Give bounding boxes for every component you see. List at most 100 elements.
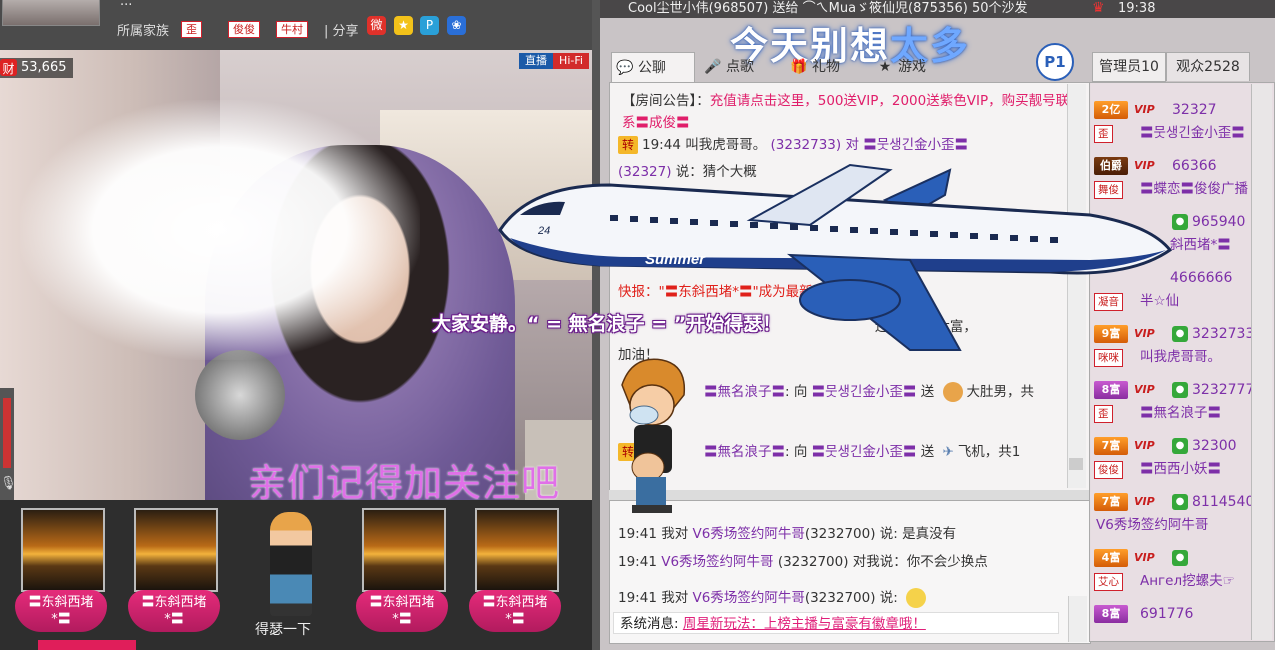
cartoon-legs [636,477,666,509]
audience-row[interactable]: 7富 VIP ● 32300 俊俊 〓西西小妖〓 [1094,437,1270,493]
audience-row[interactable]: 8富 VIP ● 3232777 歪 〓無名浪子〓 [1094,381,1270,437]
repost-badge: 转 [618,136,638,154]
gift-user-tag[interactable]: 〓东斜西堵 *〓 [356,590,448,632]
chat-user-name[interactable]: 〓無名浪子〓 [704,444,785,460]
chat-message: 转 19:44 叫我虎哥哥。 (3232733) 对 〓뭇생긴金小歪〓 [618,133,968,154]
weibo-icon[interactable]: 微 [367,16,386,35]
chat-user-name[interactable]: 〓뭇생긴金小歪〓 [812,384,917,400]
gift-user-tag[interactable]: 〓东斜西堵 *〓 [128,590,220,632]
level-badge: 2亿 [1094,101,1128,119]
gift-sunset-image[interactable] [362,508,446,592]
pm-text: 19:41 我对 [618,526,693,542]
audience-row[interactable]: 2亿 VIP 32327 歪 〓뭇생긴金小歪〓 [1094,101,1270,157]
chat-text: 对 〓뭇생긴金小歪〓 [841,137,969,153]
user-name: Ангел挖螺夫☞ [1140,573,1235,589]
gift-sunset-image[interactable] [134,508,218,592]
pm-user[interactable]: V6秀场签约阿牛哥 [661,554,773,570]
user-id: 691776 [1140,606,1194,622]
gift-sunset-image[interactable] [21,508,105,592]
user-name: 〓뭇생긴金小歪〓 [1140,125,1245,141]
game-icon: ★ [878,59,892,75]
pm-user[interactable]: V6秀场签约阿牛哥 [693,526,805,542]
cartoon-figure[interactable] [270,512,312,616]
tab-games[interactable]: ★ 游戏 [872,52,952,82]
chat-user-name[interactable]: 〓뭇생긴金小歪〓 [812,444,917,460]
audience-row[interactable]: 4富 VIP ● 艾心 Ангел挖螺夫☞ [1094,549,1270,605]
family-badge[interactable]: 俊俊 [228,21,260,38]
audience-row[interactable]: 7富 VIP ● 8114540 V6秀场签约阿牛哥 [1094,493,1270,549]
green-status-icon: ● [1172,550,1188,566]
airplane-engine [799,279,901,321]
level-badge: 7富 [1094,437,1128,455]
family-badge: 歪 [1094,405,1113,423]
user-id: 8114540 [1192,494,1255,510]
user-name: 〓無名浪子〓 [1140,405,1221,421]
pm-user[interactable]: V6秀场签约阿牛哥 [693,590,805,606]
hifi-badge[interactable]: Hi-Fi [553,53,589,69]
vip-badge: VIP [1134,439,1155,452]
announcement-label: 【房间公告】： [622,93,710,109]
chat-user-id[interactable]: (3232733) [771,137,842,153]
microphone-icon[interactable]: 🎙 [0,476,17,494]
private-chat-scrollbar[interactable] [1068,596,1087,642]
user-id: 3232733 [1192,326,1255,342]
anchor-avatar[interactable] [2,0,100,26]
volume-meter-fill [3,398,11,468]
user-id: 32327 [1172,102,1217,118]
qzone-star-icon[interactable]: ★ [394,16,413,35]
tab-song-request[interactable]: 🎤 点歌 [700,52,780,82]
airplane-number: 24 [537,225,550,237]
gift-broadcast-time: 19:38 [1118,1,1156,16]
tab-label: 点歌 [726,59,754,75]
vip-badge: VIP [1134,383,1155,396]
anchor-name[interactable]: ... [120,0,132,9]
level-badge: 8富 [1094,381,1128,399]
level-badge: 4富 [1094,549,1128,567]
gift-user-tag[interactable]: 〓东斜西堵 *〓 [15,590,107,632]
audience-scrollbar[interactable] [1251,84,1272,640]
baidu-paw-icon[interactable]: ❀ [447,16,466,35]
system-message: 系统消息: 周星新玩法：上榜主播与富豪有徽章哦！ [613,612,1059,634]
cartoon-mask [629,405,659,425]
tab-gifts[interactable]: 🎁 礼物 [786,52,866,82]
chat-text: 大肚男，共 [966,384,1035,400]
gift-sunset-image[interactable] [475,508,559,592]
active-indicator [38,640,136,650]
video-caption: 亲们记得加关注吧 [248,461,561,505]
pm-text: (3232700) 对我说：你不会少换点 [773,554,988,570]
private-message: 19:41 我对 V6秀场签约阿牛哥(3232700) 说: [618,586,926,608]
cartoon-figure-label[interactable]: 得瑟一下 [255,619,311,639]
family-badge[interactable]: 牛村 [276,21,308,38]
level-badge: 8富 [1094,605,1128,623]
system-message-link[interactable]: 周星新玩法：上榜主播与富豪有徽章哦！ [683,616,926,632]
family-badge: 俊俊 [1094,461,1123,479]
p1-badge[interactable]: P1 [1036,43,1074,81]
audience-row[interactable]: 8富 691776 [1094,605,1270,640]
green-status-icon: ● [1172,438,1188,454]
tab-viewers[interactable]: 观众2528 [1166,52,1250,81]
tab-label: 礼物 [812,59,840,75]
family-badge[interactable]: 歪 [181,21,202,38]
gift-figure-icon [942,382,963,402]
user-name: 〓西西小妖〓 [1140,461,1221,477]
cartoon-belly [631,452,665,482]
chat-scrollbar-thumb[interactable] [1069,458,1083,470]
tab-label: 游戏 [898,59,926,75]
level-badge: 7富 [1094,493,1128,511]
wealth-icon: 财 [0,59,17,76]
live-badge: 直播 [519,53,553,69]
tab-admins[interactable]: 管理员10 [1092,52,1166,82]
video-microphone [195,350,285,440]
gift-user-tag[interactable]: 〓东斜西堵 *〓 [469,590,561,632]
pm-text: (3232700) 说: 是真没有 [804,526,957,542]
private-message: 19:41 我对 V6秀场签约阿牛哥(3232700) 说: 是真没有 [618,522,956,542]
video-glow-overlay [20,100,420,360]
pm-text: 19:41 我对 [618,590,693,606]
pm-text: 19:41 [618,554,662,570]
cartoon-character-animation [621,358,686,513]
chat-bubble-icon: 💬 [616,60,634,76]
chat-user-name[interactable]: 〓無名浪子〓 [704,384,785,400]
user-id: 965940 [1192,214,1246,230]
tencent-weibo-icon[interactable]: P [420,16,439,35]
tab-public-chat[interactable]: 💬 公聊 [611,52,695,82]
